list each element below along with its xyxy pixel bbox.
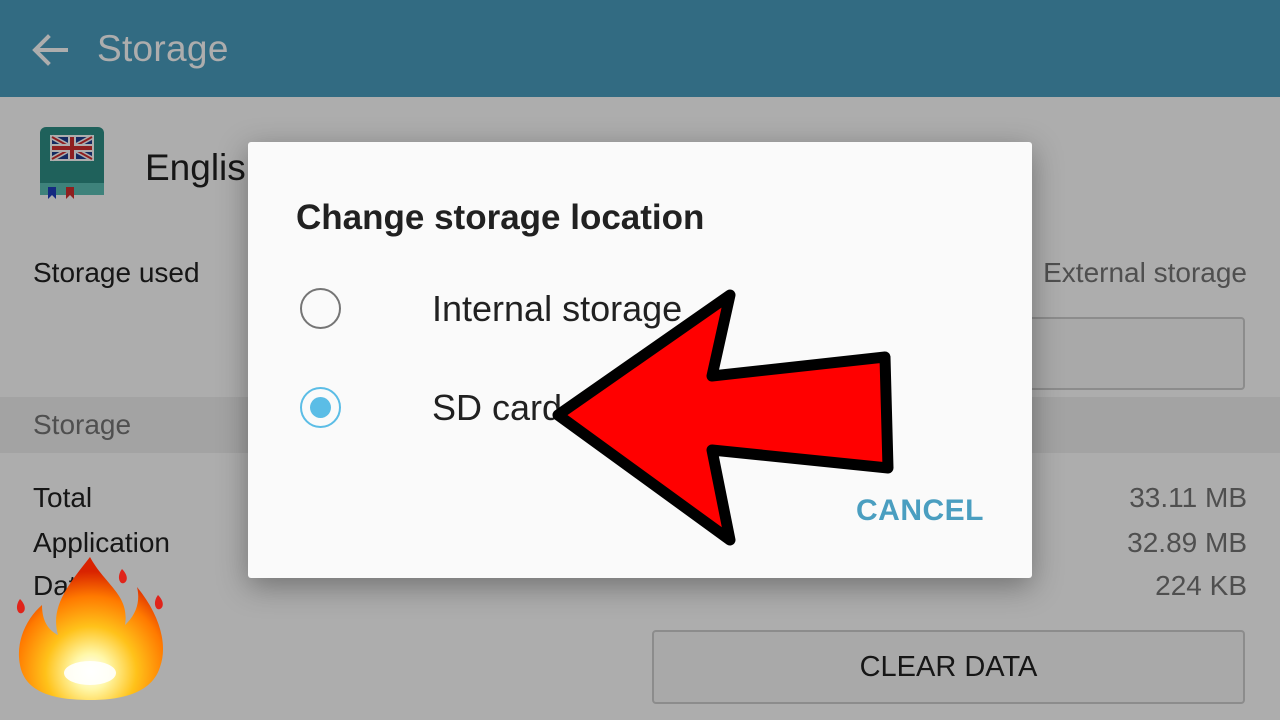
fire-emoji-icon: [16, 557, 164, 700]
radio-internal-storage[interactable]: [300, 288, 341, 329]
dialog-title: Change storage location: [296, 198, 705, 237]
radio-sd-card[interactable]: [300, 387, 341, 428]
red-arrow-icon: [552, 289, 894, 546]
